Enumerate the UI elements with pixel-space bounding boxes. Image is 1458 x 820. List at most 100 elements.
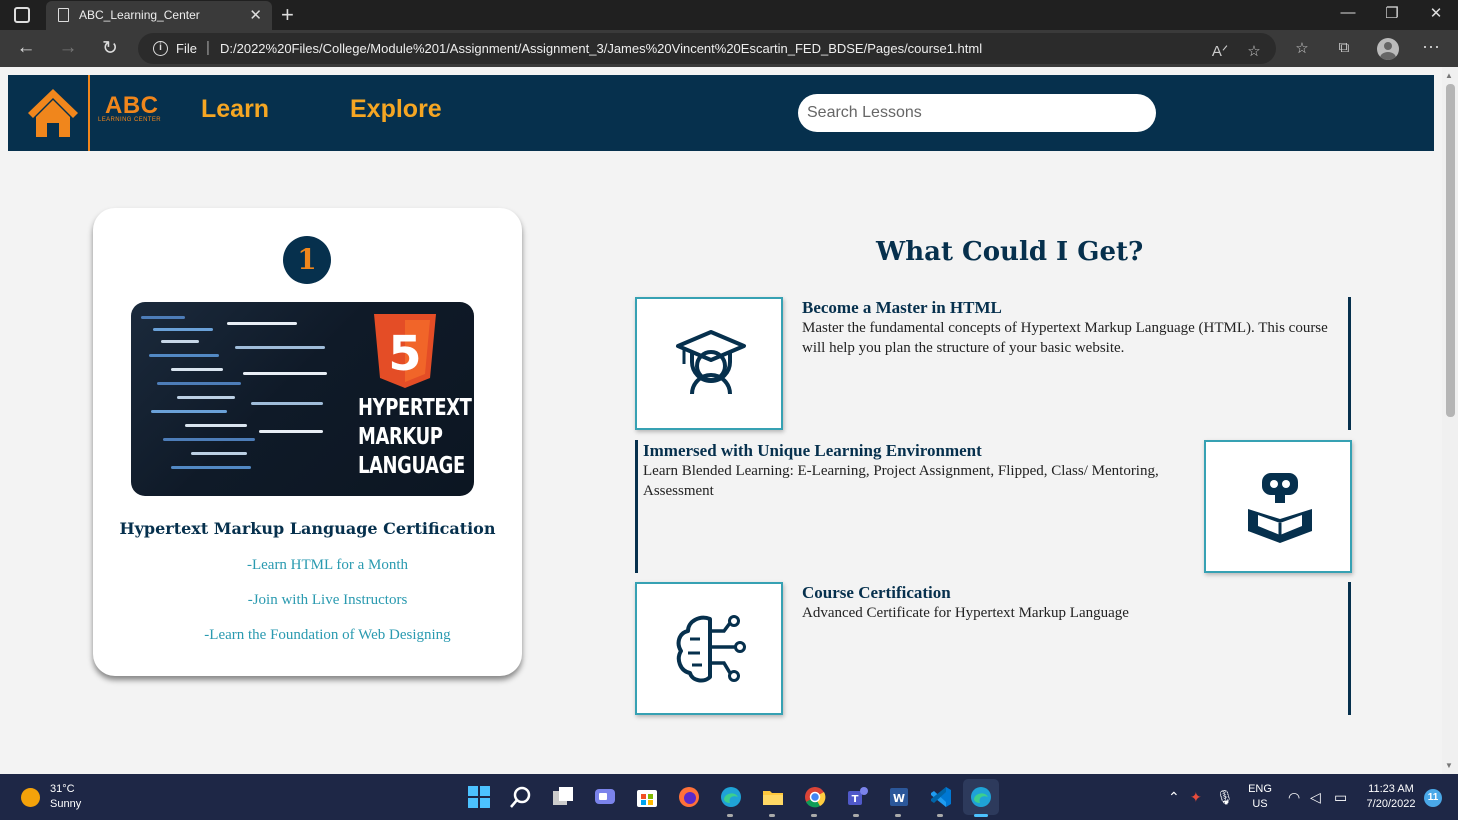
volume-icon[interactable]: ◁: [1310, 789, 1321, 806]
chrome-icon[interactable]: [803, 785, 827, 809]
task-view-icon[interactable]: [551, 785, 575, 809]
chat-icon[interactable]: [593, 785, 617, 809]
benefit-icon-box: [635, 297, 783, 430]
page-viewport: ABC LEARNING CENTER Learn Explore 1: [0, 67, 1458, 774]
svg-text:W: W: [893, 792, 905, 805]
benefits-title: What Could I Get?: [876, 237, 1144, 267]
chevron-up-icon[interactable]: ⌃: [1168, 789, 1180, 806]
course-image-caption: HYPERTEXT MARKUP LANGUAGE: [358, 395, 472, 479]
windows-taskbar: 31°C Sunny T W ⌃ ✦ 🎙︎ ENG US ◠ ◁ ▭ 11:23…: [0, 774, 1458, 820]
benefit-description: Advanced Certificate for Hypertext Marku…: [802, 605, 1129, 621]
running-indicator: [811, 814, 817, 817]
running-indicator: [769, 814, 775, 817]
collections-icon[interactable]: ⧉: [1334, 39, 1354, 56]
course-bullet: -Join with Live Instructors: [247, 592, 408, 608]
running-indicator: [853, 814, 859, 817]
course-bullet: -Learn HTML for a Month: [246, 557, 409, 573]
tab-title: ABC_Learning_Center: [79, 8, 200, 22]
app-tray-icon[interactable]: ✦: [1190, 789, 1202, 806]
clock-time[interactable]: 11:23 AM: [1360, 783, 1422, 795]
word-icon[interactable]: W: [887, 785, 911, 809]
firefox-icon[interactable]: [677, 785, 701, 809]
weather-temperature[interactable]: 31°C: [50, 783, 75, 795]
benefit-title: Course Certification: [802, 583, 951, 602]
course-bullet: -Learn the Foundation of Web Designing: [204, 627, 451, 643]
browser-tab[interactable]: ABC_Learning_Center ✕: [46, 1, 272, 30]
benefit-title: Become a Master in HTML: [802, 298, 1002, 317]
nav-learn[interactable]: Learn: [201, 95, 269, 124]
address-bar[interactable]: i File | D:/2022%20Files/College/Module%…: [138, 33, 1276, 64]
region-indicator[interactable]: US: [1246, 798, 1274, 810]
notification-badge[interactable]: 11: [1424, 789, 1442, 807]
search-icon[interactable]: [509, 785, 533, 809]
course-title: Hypertext Markup Language Certification: [119, 519, 496, 538]
logo-subtext: LEARNING CENTER: [98, 117, 162, 123]
search-input[interactable]: [798, 94, 1156, 132]
graduate-icon: [676, 330, 746, 395]
running-indicator: [937, 814, 943, 817]
benefit-description: Master the fundamental concepts of Hyper…: [802, 320, 1328, 356]
weather-sun-icon[interactable]: [21, 788, 40, 807]
restore-button[interactable]: ❐: [1382, 4, 1402, 22]
favorites-icon[interactable]: ☆: [1292, 39, 1312, 57]
running-indicator: [727, 814, 733, 817]
info-icon[interactable]: i: [153, 41, 168, 56]
new-tab-button[interactable]: +: [281, 2, 294, 28]
settings-menu-icon[interactable]: ⋯: [1421, 37, 1441, 58]
robot-book-icon: [1248, 473, 1312, 543]
site-header: ABC LEARNING CENTER Learn Explore: [8, 75, 1434, 151]
nav-explore[interactable]: Explore: [350, 95, 442, 124]
logo-divider: [88, 75, 90, 151]
scroll-down-icon[interactable]: ▼: [1445, 761, 1453, 770]
html5-logo-icon: 5: [374, 314, 436, 388]
back-button[interactable]: ←: [15, 37, 37, 59]
file-label: File: [176, 41, 197, 56]
page-scrollbar[interactable]: ▲ ▼: [1442, 67, 1458, 774]
course-card: 1 5 HYPERTEXT MARKUP LANGUAGE Hypertext …: [93, 208, 522, 676]
refresh-button[interactable]: ↻: [99, 37, 121, 60]
html5-badge-number: 5: [388, 326, 421, 382]
vscode-icon[interactable]: [929, 785, 953, 809]
course-number-badge: 1: [283, 236, 331, 284]
logo-text[interactable]: ABC: [105, 92, 159, 120]
minimize-button[interactable]: —: [1338, 4, 1358, 21]
profile-avatar[interactable]: [1377, 38, 1399, 60]
battery-icon[interactable]: ▭: [1334, 789, 1347, 806]
benefit-divider: [635, 440, 638, 573]
browser-titlebar: ABC_Learning_Center ✕ + — ❐ ✕: [0, 0, 1458, 30]
benefit-title: Immersed with Unique Learning Environmen…: [643, 441, 982, 460]
add-favorite-icon[interactable]: ☆: [1244, 42, 1264, 60]
benefit-icon-box: [635, 582, 783, 715]
scroll-thumb[interactable]: [1446, 84, 1455, 417]
url-text[interactable]: D:/2022%20Files/College/Module%201/Assig…: [220, 41, 982, 56]
document-icon: [58, 8, 69, 22]
benefit-description: Learn Blended Learning: E-Learning, Proj…: [643, 463, 1159, 499]
language-indicator[interactable]: ENG: [1246, 783, 1274, 795]
benefit-divider: [1348, 582, 1351, 715]
read-aloud-icon[interactable]: Aᐟ: [1210, 42, 1230, 60]
start-icon[interactable]: [467, 785, 491, 809]
benefit-divider: [1348, 297, 1351, 430]
home-icon[interactable]: [26, 85, 80, 141]
course-image: 5 HYPERTEXT MARKUP LANGUAGE: [131, 302, 474, 496]
forward-button[interactable]: →: [57, 37, 79, 59]
wifi-icon[interactable]: ◠: [1288, 789, 1300, 806]
scroll-up-icon[interactable]: ▲: [1445, 71, 1453, 80]
close-tab-icon[interactable]: ✕: [249, 6, 262, 24]
brain-circuit-icon: [676, 615, 746, 683]
teams-icon[interactable]: T: [845, 785, 869, 809]
svg-text:T: T: [852, 794, 859, 805]
close-window-button[interactable]: ✕: [1426, 4, 1446, 22]
edge-icon[interactable]: [719, 785, 743, 809]
edge-active-icon[interactable]: [969, 785, 993, 809]
store-icon[interactable]: [635, 785, 659, 809]
active-indicator: [974, 814, 988, 817]
clock-date[interactable]: 7/20/2022: [1360, 798, 1422, 810]
weather-condition[interactable]: Sunny: [50, 798, 81, 810]
mic-muted-icon[interactable]: 🎙︎: [1216, 789, 1234, 806]
running-indicator: [895, 814, 901, 817]
browser-toolbar: ← → ↻ i File | D:/2022%20Files/College/M…: [0, 30, 1458, 67]
tab-actions-icon[interactable]: [14, 7, 30, 23]
file-explorer-icon[interactable]: [761, 785, 785, 809]
benefit-icon-box: [1204, 440, 1352, 573]
